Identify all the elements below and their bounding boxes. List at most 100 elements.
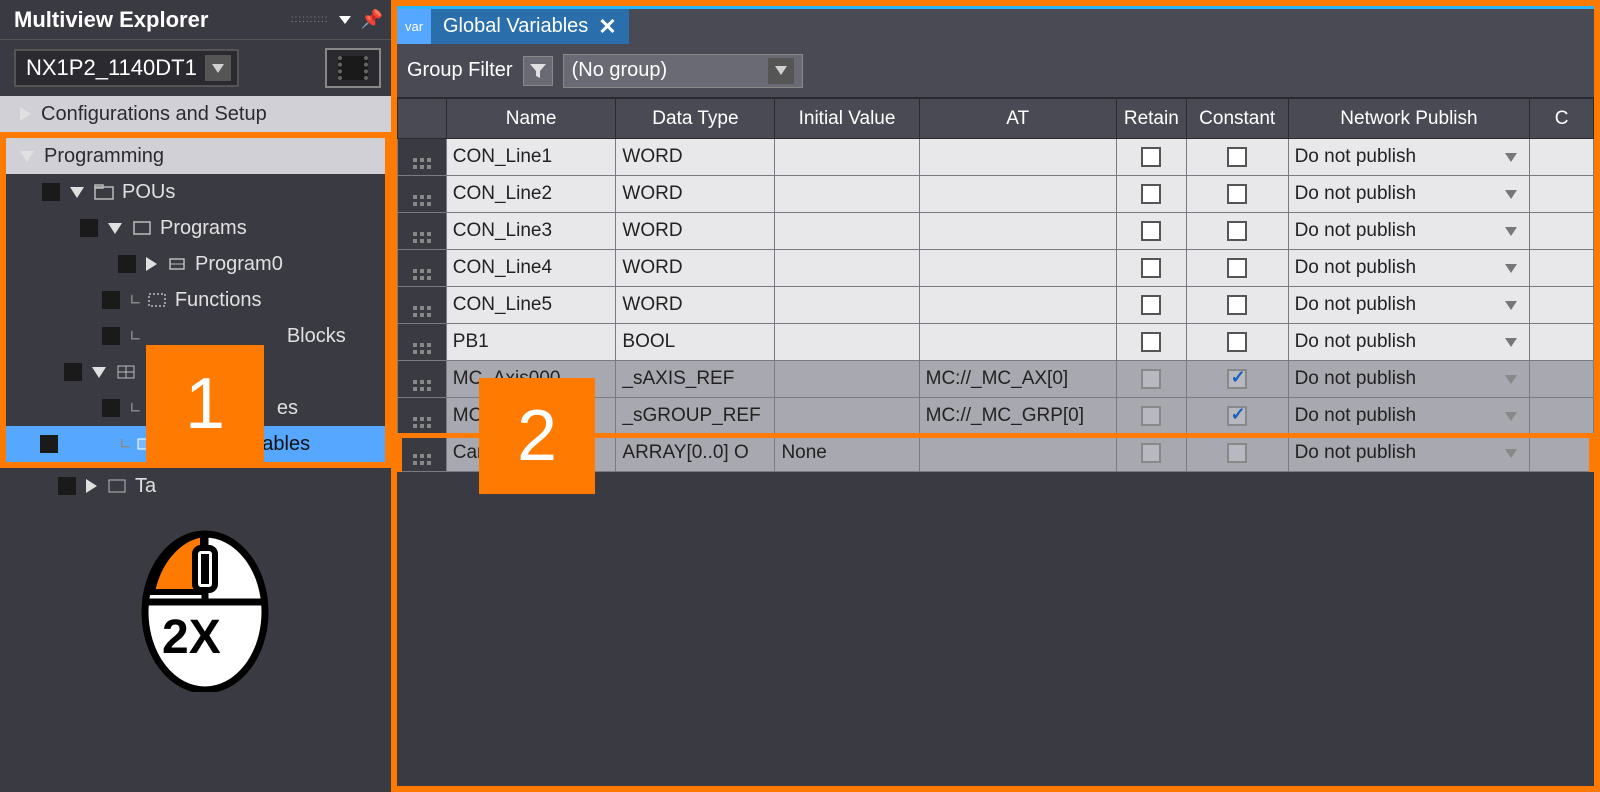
chevron-down-icon[interactable] [70, 187, 84, 198]
cell-datatype[interactable]: ARRAY[0..0] O [616, 435, 775, 472]
col-name[interactable]: Name [446, 99, 616, 139]
cell-name[interactable]: CON_Line4 [446, 250, 616, 287]
cell-netpub[interactable]: Do not publish [1288, 287, 1530, 324]
cell-datatype[interactable]: WORD [616, 287, 775, 324]
close-icon[interactable]: ✕ [598, 14, 616, 40]
row-handle[interactable] [398, 139, 447, 176]
cell-constant[interactable] [1186, 213, 1288, 250]
device-select[interactable]: NX1P2_1140DT1 [14, 49, 239, 87]
cell-netpub[interactable]: Do not publish [1288, 398, 1530, 435]
tree-checkbox[interactable] [42, 183, 60, 201]
cell-initial[interactable] [775, 213, 919, 250]
row-handle[interactable] [398, 435, 447, 472]
col-netpub[interactable]: Network Publish [1288, 99, 1530, 139]
col-c[interactable]: C [1530, 99, 1594, 139]
tree-checkbox[interactable] [80, 219, 98, 237]
chevron-right-icon[interactable] [20, 107, 31, 121]
cell-datatype[interactable]: WORD [616, 250, 775, 287]
cell-initial[interactable] [775, 176, 919, 213]
cell-c[interactable] [1530, 213, 1594, 250]
cell-retain[interactable] [1116, 250, 1186, 287]
row-handle[interactable] [398, 324, 447, 361]
cell-retain[interactable] [1116, 213, 1186, 250]
cell-netpub[interactable]: Do not publish [1288, 361, 1530, 398]
cell-at[interactable] [919, 435, 1116, 472]
cell-c[interactable] [1530, 139, 1594, 176]
col-at[interactable]: AT [919, 99, 1116, 139]
table-row[interactable]: CON_Line4WORD Do not publish [398, 250, 1594, 287]
cell-initial[interactable] [775, 287, 919, 324]
row-handle[interactable] [398, 361, 447, 398]
chevron-right-icon[interactable] [86, 479, 97, 493]
filter-icon[interactable] [523, 56, 553, 86]
cell-constant[interactable] [1186, 361, 1288, 398]
cell-initial[interactable] [775, 361, 919, 398]
cell-name[interactable]: CON_Line3 [446, 213, 616, 250]
col-retain[interactable]: Retain [1116, 99, 1186, 139]
row-handle[interactable] [398, 398, 447, 435]
tree-programs[interactable]: Programs [6, 210, 385, 246]
cell-initial[interactable]: None [775, 435, 919, 472]
chevron-down-icon[interactable] [92, 367, 106, 378]
cell-netpub[interactable]: Do not publish [1288, 213, 1530, 250]
cell-at[interactable]: MC://_MC_GRP[0] [919, 398, 1116, 435]
cell-at[interactable]: MC://_MC_AX[0] [919, 361, 1116, 398]
row-handle[interactable] [398, 213, 447, 250]
cell-c[interactable] [1530, 435, 1594, 472]
cell-c[interactable] [1530, 398, 1594, 435]
group-dropdown-button[interactable] [768, 58, 794, 84]
tree-checkbox[interactable] [40, 435, 58, 453]
tree-pous[interactable]: POUs [6, 174, 385, 210]
tree-checkbox[interactable] [102, 399, 120, 417]
tree-checkbox[interactable] [58, 477, 76, 495]
table-row[interactable]: CON_Line1WORDDo not publish [398, 139, 1594, 176]
chip-icon[interactable] [325, 48, 381, 88]
tab-global-variables[interactable]: Global Variables ✕ [431, 9, 629, 44]
cell-constant[interactable] [1186, 250, 1288, 287]
row-handle[interactable] [398, 250, 447, 287]
cell-retain[interactable] [1116, 176, 1186, 213]
tree-checkbox[interactable] [64, 363, 82, 381]
table-row[interactable]: CON_Line5WORD Do not publish [398, 287, 1594, 324]
cell-datatype[interactable]: BOOL [616, 324, 775, 361]
cell-c[interactable] [1530, 176, 1594, 213]
cell-retain[interactable] [1116, 287, 1186, 324]
cell-retain[interactable] [1116, 435, 1186, 472]
cell-at[interactable] [919, 139, 1116, 176]
cell-netpub[interactable]: Do not publish [1288, 176, 1530, 213]
table-row[interactable]: CON_Line2WORD Do not publish [398, 176, 1594, 213]
cell-netpub[interactable]: Do not publish [1288, 324, 1530, 361]
col-constant[interactable]: Constant [1186, 99, 1288, 139]
cell-initial[interactable] [775, 139, 919, 176]
cell-datatype[interactable]: WORD [616, 139, 775, 176]
cell-name[interactable]: CON_Line5 [446, 287, 616, 324]
cell-name[interactable]: CON_Line1 [446, 139, 616, 176]
table-row[interactable]: PB1BOOL Do not publish [398, 324, 1594, 361]
cell-datatype[interactable]: WORD [616, 213, 775, 250]
group-select[interactable]: (No group) [563, 54, 803, 88]
cell-datatype[interactable]: WORD [616, 176, 775, 213]
cell-constant[interactable] [1186, 287, 1288, 324]
cell-netpub[interactable]: Do not publish [1288, 250, 1530, 287]
tree-checkbox[interactable] [102, 291, 120, 309]
panel-dropdown-icon[interactable] [339, 16, 351, 24]
cell-name[interactable]: PB1 [446, 324, 616, 361]
chevron-right-icon[interactable] [146, 257, 157, 271]
cell-retain[interactable] [1116, 324, 1186, 361]
cell-c[interactable] [1530, 250, 1594, 287]
cell-at[interactable] [919, 176, 1116, 213]
tree-tasks[interactable]: Ta [0, 468, 391, 504]
cell-name[interactable]: CON_Line2 [446, 176, 616, 213]
tree-checkbox[interactable] [118, 255, 136, 273]
chevron-down-icon[interactable] [20, 151, 34, 162]
device-dropdown-button[interactable] [205, 55, 231, 81]
cell-constant[interactable] [1186, 398, 1288, 435]
tree-checkbox[interactable] [102, 327, 120, 345]
cell-datatype[interactable]: _sAXIS_REF [616, 361, 775, 398]
tree-program0[interactable]: Program0 [6, 246, 385, 282]
tree-programming[interactable]: Programming [6, 138, 385, 174]
cell-at[interactable] [919, 324, 1116, 361]
cell-c[interactable] [1530, 287, 1594, 324]
row-handle[interactable] [398, 287, 447, 324]
chevron-down-icon[interactable] [108, 223, 122, 234]
